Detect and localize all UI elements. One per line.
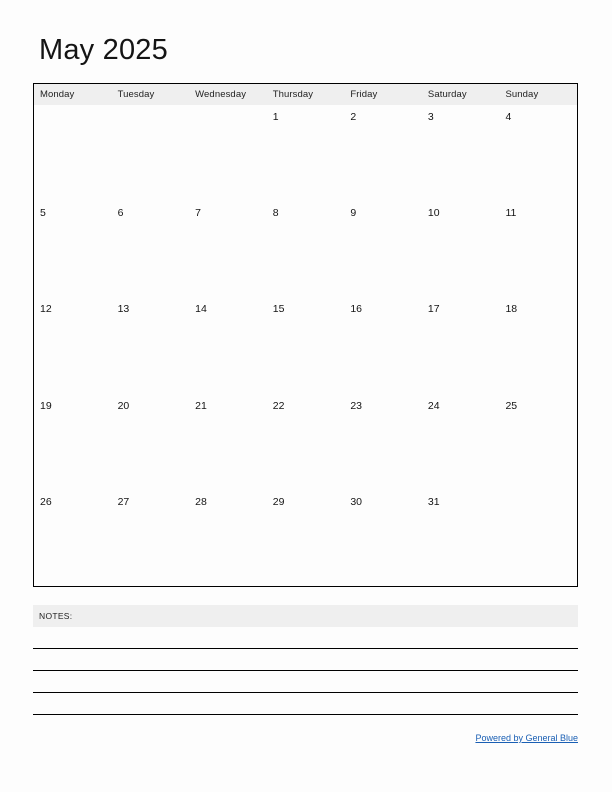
day-cell[interactable]: 27 — [112, 490, 190, 586]
day-cell[interactable]: 20 — [112, 394, 190, 490]
notes-label: NOTES: — [39, 611, 73, 621]
day-cell[interactable]: 18 — [499, 297, 577, 393]
day-cell[interactable]: 2 — [344, 105, 422, 201]
day-cell[interactable]: 16 — [344, 297, 422, 393]
calendar-grid: Monday Tuesday Wednesday Thursday Friday… — [33, 83, 578, 587]
notes-lines — [33, 627, 578, 715]
week-row: 19 20 21 22 23 24 25 — [34, 394, 577, 490]
day-cell[interactable]: 9 — [344, 201, 422, 297]
page-title: May 2025 — [39, 34, 168, 66]
day-cell[interactable]: 21 — [189, 394, 267, 490]
day-cell[interactable] — [499, 490, 577, 586]
day-cell[interactable]: 23 — [344, 394, 422, 490]
week-row: 5 6 7 8 9 10 11 — [34, 201, 577, 297]
day-cell[interactable]: 3 — [422, 105, 500, 201]
week-row: 26 27 28 29 30 31 — [34, 490, 577, 586]
day-cell[interactable]: 15 — [267, 297, 345, 393]
weekday-header-monday: Monday — [40, 89, 75, 100]
day-cell[interactable]: 13 — [112, 297, 190, 393]
day-cell[interactable]: 22 — [267, 394, 345, 490]
day-cell[interactable]: 14 — [189, 297, 267, 393]
notes-header-bar: NOTES: — [33, 605, 578, 627]
day-cell[interactable]: 12 — [34, 297, 112, 393]
notes-line[interactable] — [33, 649, 578, 671]
weekday-header-wednesday: Wednesday — [195, 89, 247, 100]
day-cell[interactable]: 30 — [344, 490, 422, 586]
day-cell[interactable]: 10 — [422, 201, 500, 297]
day-cell[interactable]: 25 — [499, 394, 577, 490]
day-cell[interactable]: 5 — [34, 201, 112, 297]
day-cell[interactable]: 29 — [267, 490, 345, 586]
weekday-header-tuesday: Tuesday — [117, 89, 155, 100]
day-cell[interactable]: 1 — [267, 105, 345, 201]
day-cell[interactable]: 7 — [189, 201, 267, 297]
weekday-header-friday: Friday — [350, 89, 378, 100]
weekday-header-sunday: Sunday — [505, 89, 539, 100]
weekday-header-saturday: Saturday — [427, 89, 467, 100]
day-cell[interactable] — [34, 105, 112, 201]
notes-line[interactable] — [33, 693, 578, 715]
day-cell[interactable]: 11 — [499, 201, 577, 297]
week-row: 1 2 3 4 — [34, 105, 577, 201]
day-cell[interactable]: 4 — [499, 105, 577, 201]
notes-line[interactable] — [33, 671, 578, 693]
day-cell[interactable]: 28 — [189, 490, 267, 586]
day-cell[interactable] — [189, 105, 267, 201]
notes-line[interactable] — [33, 627, 578, 649]
calendar-weeks: 1 2 3 4 5 6 7 8 9 10 11 12 13 14 15 16 1… — [34, 105, 577, 586]
day-cell[interactable]: 24 — [422, 394, 500, 490]
day-cell[interactable]: 19 — [34, 394, 112, 490]
day-cell[interactable]: 31 — [422, 490, 500, 586]
week-row: 12 13 14 15 16 17 18 — [34, 297, 577, 393]
day-cell[interactable] — [112, 105, 190, 201]
day-cell[interactable]: 6 — [112, 201, 190, 297]
weekday-header-thursday: Thursday — [272, 89, 314, 100]
day-cell[interactable]: 8 — [267, 201, 345, 297]
footer: Powered by General Blue — [33, 728, 578, 746]
powered-by-link[interactable]: Powered by General Blue — [475, 733, 578, 743]
day-cell[interactable]: 17 — [422, 297, 500, 393]
weekday-header-row: Monday Tuesday Wednesday Thursday Friday… — [34, 84, 577, 105]
day-cell[interactable]: 26 — [34, 490, 112, 586]
